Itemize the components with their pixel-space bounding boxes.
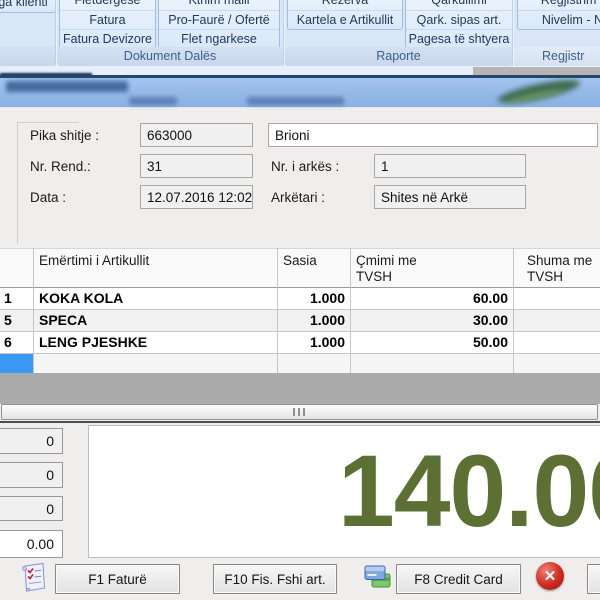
ribbon-group-label-raporte: Raporte — [285, 47, 512, 66]
nr-arkes-label: Nr. i arkës : — [271, 159, 339, 174]
ribbon-item-kartela-artikullit[interactable]: Kartela e Artikullit — [288, 10, 402, 29]
cell-total: 30.00 — [513, 310, 600, 332]
cell-name: KOKA KOLA — [33, 288, 277, 310]
grid-row-koka-kola[interactable]: 1 KOKA KOLA 1.000 60.00 60.00 — [0, 288, 600, 310]
cell-total: 60.00 — [513, 288, 600, 310]
grid-row-empty-selected[interactable] — [0, 354, 600, 373]
cell-rownum: 5 — [0, 310, 33, 332]
illegible-text-blob — [129, 97, 177, 105]
col-header-shuma: Shuma me TVSH — [513, 249, 600, 289]
cell-rownum: 1 — [0, 288, 33, 310]
titlebar — [0, 78, 600, 108]
panel-splitter[interactable] — [1, 404, 598, 420]
pika-shitje-code-field[interactable]: 663000 — [140, 123, 253, 147]
cell-price: 50.00 — [350, 332, 513, 354]
illegible-text-blob — [6, 81, 128, 92]
arketari-field[interactable]: Shites në Arkë — [374, 185, 526, 209]
partial-edge-button[interactable] — [587, 564, 600, 594]
data-label: Data : — [30, 190, 66, 205]
ribbon-button-nga-klienti[interactable]: ga klienti — [0, 0, 56, 13]
col-header-cmimi: Çmimi me TVSH — [350, 249, 513, 289]
grid-row-leng-pjeshke[interactable]: 6 LENG PJESHKE 1.000 50.00 50.00 — [0, 332, 600, 354]
data-field[interactable]: 12.07.2016 12:02 — [140, 185, 253, 209]
selected-row-indicator[interactable] — [0, 354, 33, 373]
ribbon-item-qark-sipas-art[interactable]: Qark. sipas art. — [406, 10, 512, 29]
ribbon: ga klienti Fletdërgesë Fatura Fatura Dev… — [0, 0, 600, 66]
pika-shitje-name-field[interactable]: Brioni — [268, 123, 598, 147]
grand-total-value: 140.00 — [338, 425, 600, 558]
ribbon-stack-qarkullimi: Qarkullimi Qark. sipas art. Pagesa të sh… — [405, 0, 513, 49]
nr-rend-field[interactable]: 31 — [140, 154, 253, 178]
splitter-grip-icon — [293, 408, 306, 416]
ribbon-stack-fatura: Fletdërgesë Fatura Fatura Devizore — [59, 0, 156, 49]
cell-price: 30.00 — [350, 310, 513, 332]
amount-field-1[interactable]: 0 — [0, 428, 63, 454]
cell-qty: 1.000 — [277, 332, 350, 354]
cell-total: 50.00 — [513, 332, 600, 354]
grid-line — [350, 248, 351, 373]
invoice-scroll-icon[interactable] — [20, 562, 48, 593]
col-header-emertimi: Emërtimi i Artikullit — [33, 249, 277, 289]
grid-footer-band — [0, 373, 600, 404]
cell-qty: 1.000 — [277, 288, 350, 310]
arketari-label: Arkëtari : — [271, 190, 325, 205]
nr-rend-label: Nr. Rend.: — [30, 159, 91, 174]
grid-row-speca[interactable]: 5 SPECA 1.000 30.00 30.00 — [0, 310, 600, 332]
col-header-rownum — [0, 249, 33, 289]
cell-name: SPECA — [33, 310, 277, 332]
pika-shitje-label: Pika shitje : — [30, 128, 99, 143]
ribbon-item-fatura[interactable]: Fatura — [60, 10, 155, 29]
cell-price: 60.00 — [350, 288, 513, 310]
ribbon-stack-oferte: Kthim malli Pro-Faurë / Ofertë Flet ngar… — [158, 0, 280, 49]
ribbon-group-label-stub — [0, 47, 55, 66]
ribbon-item-flet-ngarkese[interactable]: Flet ngarkese — [159, 29, 279, 48]
grid-line — [513, 248, 514, 373]
close-icon[interactable]: ✕ — [536, 562, 564, 590]
ribbon-stack-rezerva: Rezerva Kartela e Artikullit — [287, 0, 403, 30]
nr-arkes-field[interactable]: 1 — [374, 154, 526, 178]
amount-field-4[interactable]: 0.00 — [0, 530, 63, 558]
f1-fature-button[interactable]: F1 Faturë — [55, 564, 180, 594]
illegible-text-blob — [247, 97, 344, 105]
cell-qty: 1.000 — [277, 310, 350, 332]
ribbon-group-label-regjistr: Regjistr — [514, 47, 600, 66]
ribbon-group-label-dokument-dales: Dokument Dalës — [57, 47, 283, 66]
ribbon-stack-regjistrim: Regjistrim Ko Nivelim - Ndr — [517, 0, 600, 30]
ribbon-item-rezerva[interactable]: Rezerva — [288, 0, 402, 10]
ribbon-item-regjistrim[interactable]: Regjistrim Ko — [518, 0, 600, 10]
ribbon-item-pro-faure-oferte[interactable]: Pro-Faurë / Ofertë — [159, 10, 279, 29]
panel-divider — [0, 421, 600, 423]
ribbon-button-label: ga klienti — [0, 0, 55, 12]
amount-field-2[interactable]: 0 — [0, 462, 63, 488]
pos-app-window: ga klienti Fletdërgesë Fatura Fatura Dev… — [0, 0, 600, 600]
f8-credit-card-button[interactable]: F8 Credit Card — [396, 564, 521, 594]
credit-card-icon[interactable] — [364, 564, 392, 590]
cell-name: LENG PJESHKE — [33, 332, 277, 354]
ribbon-item-fletdergese[interactable]: Fletdërgesë — [60, 0, 155, 10]
f10-fshi-artikull-button[interactable]: F10 Fis. Fshi art. — [213, 564, 337, 594]
ribbon-item-kthim-malli[interactable]: Kthim malli — [159, 0, 279, 10]
window-gray-patch — [473, 67, 600, 75]
col-header-sasia: Sasia — [277, 249, 350, 289]
items-grid: Emërtimi i Artikullit Sasia Çmimi me TVS… — [0, 248, 600, 373]
ribbon-item-qarkullimi[interactable]: Qarkullimi — [406, 0, 512, 10]
grid-header-row: Emërtimi i Artikullit Sasia Çmimi me TVS… — [0, 248, 600, 288]
amount-field-3[interactable]: 0 — [0, 496, 63, 521]
cell-rownum: 6 — [0, 332, 33, 354]
ribbon-item-nivelim[interactable]: Nivelim - Ndr — [518, 10, 600, 29]
grid-line — [33, 248, 34, 373]
grid-line — [277, 248, 278, 373]
ribbon-item-fatura-devizore[interactable]: Fatura Devizore — [60, 29, 155, 48]
ribbon-item-pagesa-te-shtyera[interactable]: Pagesa të shtyera — [406, 29, 512, 48]
